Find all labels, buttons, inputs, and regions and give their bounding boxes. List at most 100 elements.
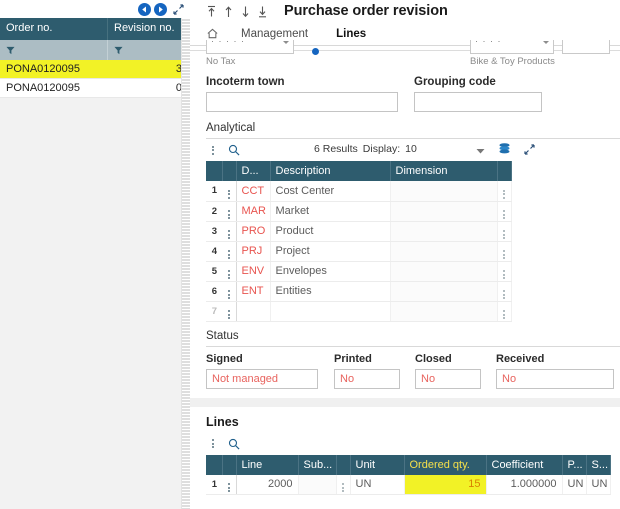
cell-coefficient[interactable]: 1.000000 bbox=[486, 474, 563, 495]
extra-partial-field[interactable] bbox=[562, 40, 610, 54]
expand-diagonal-icon[interactable] bbox=[524, 142, 535, 160]
column-header-dimension[interactable]: Dimension bbox=[390, 161, 498, 181]
table-row[interactable]: 3 PRO Product bbox=[206, 221, 512, 242]
column-header-dimension-type[interactable]: D... bbox=[236, 161, 271, 181]
table-row[interactable]: 7 bbox=[206, 301, 512, 322]
cell-line[interactable]: 2000 bbox=[236, 474, 299, 495]
cell-dimension-type[interactable]: ENV bbox=[236, 261, 271, 282]
search-icon[interactable] bbox=[228, 438, 240, 450]
cell-description[interactable]: Cost Center bbox=[270, 181, 391, 202]
cell-dimension-type[interactable]: MAR bbox=[236, 201, 271, 222]
drag-grip-icon[interactable] bbox=[222, 181, 237, 202]
cell-dimension[interactable] bbox=[390, 241, 498, 262]
go-to-previous-icon[interactable] bbox=[223, 5, 234, 18]
search-icon[interactable] bbox=[228, 144, 240, 156]
cell-description[interactable]: Entities bbox=[270, 281, 391, 302]
table-row[interactable]: 4 PRJ Project bbox=[206, 241, 512, 262]
column-header-revision-no[interactable]: Revision no. bbox=[108, 18, 190, 40]
column-header-order-no[interactable]: Order no. bbox=[0, 18, 108, 40]
table-row[interactable]: 1 2000 UN 15 1.000000 UN UN bbox=[206, 474, 611, 495]
chevron-down-icon[interactable] bbox=[476, 142, 485, 160]
value-signed[interactable]: Not managed bbox=[206, 368, 318, 389]
cell-dimension[interactable] bbox=[390, 281, 498, 302]
kebab-menu-icon[interactable] bbox=[212, 439, 214, 448]
cell-unit[interactable]: UN bbox=[350, 474, 405, 495]
chevron-down-icon[interactable] bbox=[543, 41, 549, 44]
row-index: 5 bbox=[206, 261, 222, 282]
table-row[interactable]: PONA0120095 0 bbox=[0, 79, 190, 98]
column-header-unit[interactable]: Unit bbox=[350, 454, 405, 475]
cell-dimension-type[interactable]: PRO bbox=[236, 221, 271, 242]
expand-diagonal-icon[interactable] bbox=[173, 3, 184, 15]
circle-right-arrow-icon[interactable] bbox=[154, 2, 167, 16]
tax-rule-field[interactable]: · · · · · bbox=[206, 40, 294, 54]
product-category-field[interactable]: · · · · bbox=[470, 40, 554, 54]
table-row[interactable]: PONA0120095 3 bbox=[0, 60, 190, 79]
column-header-description[interactable]: Description bbox=[270, 161, 391, 181]
cell-dimension[interactable] bbox=[390, 181, 498, 202]
cell-dimension[interactable] bbox=[390, 301, 498, 322]
circle-left-arrow-icon[interactable] bbox=[138, 2, 151, 16]
kebab-menu-icon[interactable] bbox=[212, 145, 214, 155]
column-header-line[interactable]: Line bbox=[236, 454, 299, 475]
kebab-menu-icon[interactable] bbox=[497, 281, 512, 302]
panel-scrollbar-track[interactable] bbox=[181, 18, 190, 509]
incoterm-town-input[interactable] bbox=[206, 92, 398, 112]
lines-section: Lines Line Sub... Unit Ordered qty. Coef… bbox=[190, 407, 620, 495]
cell-dimension-type[interactable]: ENT bbox=[236, 281, 271, 302]
kebab-menu-icon[interactable] bbox=[497, 261, 512, 282]
tab-home[interactable] bbox=[206, 27, 227, 40]
value-closed[interactable]: No bbox=[415, 368, 481, 389]
cell-description[interactable] bbox=[270, 301, 391, 322]
column-header-ordered-qty[interactable]: Ordered qty. bbox=[404, 454, 487, 475]
go-to-last-icon[interactable] bbox=[257, 5, 268, 18]
kebab-menu-icon[interactable] bbox=[497, 301, 512, 322]
grouping-code-input[interactable] bbox=[414, 92, 542, 112]
chevron-down-icon[interactable] bbox=[283, 41, 289, 44]
drag-grip-icon[interactable] bbox=[222, 301, 237, 322]
cell-sub[interactable] bbox=[298, 474, 337, 495]
cell-dimension-type[interactable]: PRJ bbox=[236, 241, 271, 262]
drag-grip-icon[interactable] bbox=[222, 474, 237, 495]
filter-order-no[interactable] bbox=[0, 40, 108, 60]
kebab-menu-icon[interactable] bbox=[497, 181, 512, 202]
drag-grip-icon[interactable] bbox=[222, 281, 237, 302]
table-row[interactable]: 6 ENT Entities bbox=[206, 281, 512, 302]
go-to-next-icon[interactable] bbox=[240, 5, 251, 18]
cell-dimension[interactable] bbox=[390, 221, 498, 242]
cell-ordered-qty[interactable]: 15 bbox=[404, 474, 487, 495]
table-row[interactable]: 1 CCT Cost Center bbox=[206, 181, 512, 202]
left-panel-navbar bbox=[0, 0, 190, 18]
cell-dimension-type[interactable]: CCT bbox=[236, 181, 271, 202]
kebab-menu-icon[interactable] bbox=[497, 221, 512, 242]
display-value[interactable]: 10 bbox=[405, 143, 417, 155]
cell-description[interactable]: Envelopes bbox=[270, 261, 391, 282]
drag-grip-icon[interactable] bbox=[222, 261, 237, 282]
table-row[interactable]: 5 ENV Envelopes bbox=[206, 261, 512, 282]
drag-grip-icon[interactable] bbox=[222, 241, 237, 262]
value-printed[interactable]: No bbox=[334, 368, 400, 389]
table-row[interactable]: 2 MAR Market bbox=[206, 201, 512, 222]
column-header-coefficient[interactable]: Coefficient bbox=[486, 454, 563, 475]
cell-dimension[interactable] bbox=[390, 261, 498, 282]
filter-revision-no[interactable] bbox=[108, 40, 190, 60]
drag-grip-icon[interactable] bbox=[222, 201, 237, 222]
kebab-menu-icon[interactable] bbox=[336, 474, 351, 495]
kebab-menu-icon[interactable] bbox=[497, 241, 512, 262]
value-received[interactable]: No bbox=[496, 368, 614, 389]
cell-p[interactable]: UN bbox=[562, 474, 587, 495]
cell-s[interactable]: UN bbox=[586, 474, 611, 495]
layers-stack-icon[interactable] bbox=[498, 142, 511, 160]
tab-lines[interactable]: Lines bbox=[322, 22, 380, 46]
cell-dimension-type[interactable] bbox=[236, 301, 271, 322]
kebab-menu-icon[interactable] bbox=[497, 201, 512, 222]
column-header-p[interactable]: P... bbox=[562, 454, 587, 475]
drag-grip-icon[interactable] bbox=[222, 221, 237, 242]
cell-description[interactable]: Market bbox=[270, 201, 391, 222]
cell-description[interactable]: Project bbox=[270, 241, 391, 262]
column-header-sub[interactable]: Sub... bbox=[298, 454, 337, 475]
cell-description[interactable]: Product bbox=[270, 221, 391, 242]
column-header-s[interactable]: S... bbox=[586, 454, 611, 475]
go-to-first-icon[interactable] bbox=[206, 5, 217, 18]
cell-dimension[interactable] bbox=[390, 201, 498, 222]
